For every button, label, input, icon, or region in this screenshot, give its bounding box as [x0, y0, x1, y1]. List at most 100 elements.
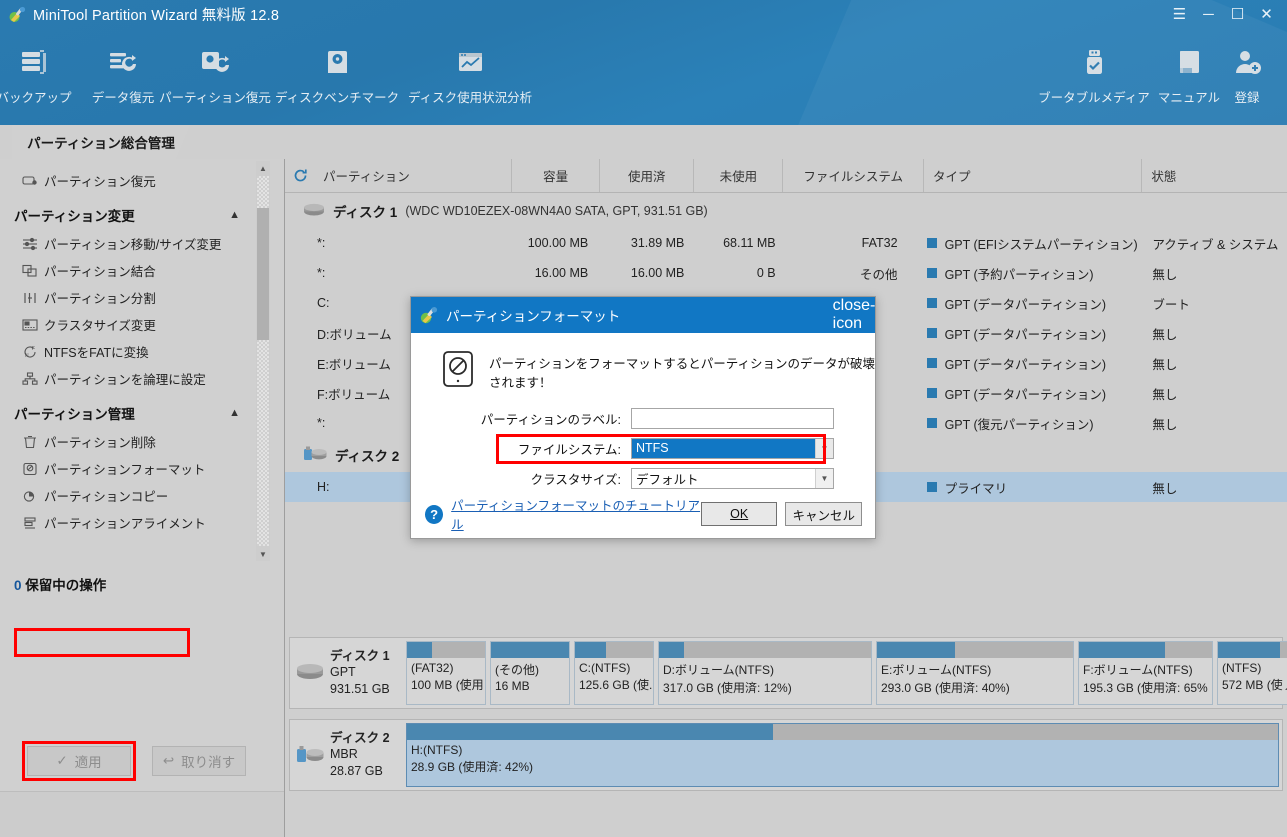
partition-label: H:(NTFS): [411, 743, 463, 757]
cell-type-label: GPT (データパーティション): [944, 327, 1107, 342]
cell-status: 無し: [1152, 357, 1178, 372]
sidebar-item-cluster-size[interactable]: クラスタサイズ変更: [0, 311, 256, 338]
partition-label-input[interactable]: [631, 407, 834, 429]
disk-map-partition[interactable]: C:(NTFS) 125.6 GB (使.: [574, 641, 654, 705]
minimize-icon[interactable]: ─: [1194, 2, 1223, 26]
column-header-unused[interactable]: 未使用: [693, 159, 782, 192]
cell-status: 無し: [1152, 481, 1178, 496]
cancel-button[interactable]: キャンセル: [785, 502, 863, 526]
chevron-down-icon[interactable]: ▼: [815, 438, 833, 458]
type-color-square-icon: [926, 418, 937, 428]
type-color-square-icon: [926, 358, 937, 368]
clustersize-selected-value: デフォルト: [636, 472, 699, 487]
disk-map-disk1[interactable]: ディスク 1 GPT 931.51 GB (FAT32) 100 MB (使用 …: [289, 637, 1287, 709]
sidebar-group-partition-management[interactable]: パーティション管理 ▲: [0, 398, 256, 428]
sidebar-item-merge[interactable]: パーティション結合: [0, 257, 256, 284]
scroll-up-icon[interactable]: ▲: [256, 161, 270, 175]
disk-map-partition[interactable]: F:ボリューム(NTFS) 195.3 GB (使用済: 65%: [1078, 641, 1213, 705]
partition-size: 293.0 GB (使用済: 40%): [881, 681, 1010, 695]
undo-button[interactable]: ↩ 取り消す: [152, 746, 246, 776]
cell-type: GPT (復元パーティション): [916, 414, 1139, 433]
cluster-size-icon: [22, 316, 44, 334]
chevron-up-icon: ▲: [229, 407, 240, 419]
cell-type-label: GPT (予約パーティション): [944, 267, 1094, 282]
cell-used: 31.89 MB: [630, 236, 685, 250]
toolbar-item-partition-recovery[interactable]: パーティション復元: [159, 42, 271, 106]
cell-type: GPT (予約パーティション): [916, 264, 1139, 283]
dialog-warning: パーティションをフォーマットするとパーティションのデータが破壊されます！: [411, 349, 875, 394]
usage-bar: [407, 642, 485, 658]
column-header-type[interactable]: タイプ: [922, 159, 1141, 192]
sidebar-item-copy-partition[interactable]: パーティションコピー: [0, 482, 256, 509]
column-header-partition[interactable]: パーティション: [317, 159, 511, 192]
column-header-capacity[interactable]: 容量: [510, 159, 599, 192]
svg-text:F: F: [32, 346, 35, 352]
disk-header-row[interactable]: ディスク 1 (WDC WD10EZEX-08WN4A0 SATA, GPT, …: [285, 194, 1287, 228]
cell-unused: 0 B: [756, 266, 776, 280]
chevron-down-icon[interactable]: ▼: [815, 468, 833, 488]
sidebar-item-delete-partition[interactable]: パーティション削除: [0, 428, 256, 455]
disk-benchmark-icon: [321, 42, 354, 82]
toolbar-item-register[interactable]: 登録: [1207, 42, 1287, 106]
sidebar-item-move-resize[interactable]: パーティション移動/サイズ変更: [0, 230, 256, 257]
filesystem-field-label: ファイルシステム:: [517, 442, 621, 457]
disk-map-partition[interactable]: (NTFS) 572 MB (使丿: [1217, 641, 1287, 705]
disk-map-label: ディスク 2 MBR 28.87 GB: [290, 720, 403, 790]
column-header-used[interactable]: 使用済: [599, 159, 693, 192]
sidebar-item-label: NTFSをFATに変換: [44, 346, 149, 360]
scrollbar-thumb[interactable]: [257, 208, 269, 340]
disk-map-partition[interactable]: D:ボリューム(NTFS) 317.0 GB (使用済: 12%): [658, 641, 872, 705]
column-header-filesystem[interactable]: ファイルシステム: [782, 159, 923, 192]
sidebar-item-label: クラスタサイズ変更: [44, 319, 156, 333]
menu-icon[interactable]: ☰: [1165, 2, 1194, 26]
minitool-logo-icon: [419, 305, 439, 325]
sidebar-item-align-partition[interactable]: パーティションアライメント: [0, 509, 256, 536]
apply-button[interactable]: ✓ 適用: [27, 746, 131, 776]
table-row[interactable]: *: 100.00 MB 31.89 MB 68.11 MB FAT32 GPT…: [285, 228, 1287, 258]
toolbar-item-disk-benchmark[interactable]: ディスクベンチマーク: [275, 42, 399, 106]
sidebar-group-partition-change[interactable]: パーティション変更 ▲: [0, 200, 256, 230]
sidebar-item-partition-recovery[interactable]: パーティション復元: [0, 167, 256, 194]
sidebar-item-format-partition[interactable]: パーティションフォーマット: [0, 455, 256, 482]
set-logical-icon: [22, 370, 44, 388]
disk-map-partition[interactable]: (その他) 16 MB: [490, 641, 570, 705]
scroll-down-icon[interactable]: ▼: [256, 547, 270, 561]
split-icon: [22, 289, 44, 307]
usage-bar: [1079, 642, 1212, 658]
refresh-icon[interactable]: [285, 159, 317, 192]
partition-label: F:ボリューム(NTFS): [1083, 663, 1193, 677]
disk-name: ディスク 2: [335, 449, 400, 464]
cell-capacity: 100.00 MB: [527, 236, 589, 250]
disk-map-disk2[interactable]: ディスク 2 MBR 28.87 GB H:(NTFS) 28.9 GB (使用…: [289, 719, 1283, 791]
disk-map-partition[interactable]: H:(NTFS) 28.9 GB (使用済: 42%): [406, 723, 1279, 787]
sidebar-item-label: パーティション復元: [44, 175, 156, 189]
disk-map-partition[interactable]: E:ボリューム(NTFS) 293.0 GB (使用済: 40%): [876, 641, 1074, 705]
clustersize-select[interactable]: デフォルト ▼: [631, 467, 834, 489]
sidebar-group-title: パーティション管理: [14, 407, 135, 422]
column-header-status[interactable]: 状態: [1141, 159, 1287, 192]
toolbar-label: パーティション復元: [159, 91, 271, 105]
sidebar-item-label: パーティションアライメント: [44, 517, 206, 531]
sidebar-item-split[interactable]: パーティション分割: [0, 284, 256, 311]
form-row-label: パーティションのラベル:: [411, 403, 875, 433]
close-icon[interactable]: close-icon: [833, 297, 876, 332]
toolbar-item-disk-usage-analyzer[interactable]: ディスク使用状況分析: [408, 42, 532, 106]
sidebar-item-convert-ntfs-fat[interactable]: N F NTFSをFATに変換: [0, 338, 256, 365]
sidebar-item-set-logical[interactable]: パーティションを論理に設定: [0, 365, 256, 392]
type-color-square-icon: [926, 328, 937, 338]
disk-forbidden-icon: [441, 349, 475, 394]
table-row[interactable]: *: 16.00 MB 16.00 MB 0 B その他 GPT (予約パーティ…: [285, 258, 1287, 288]
disk-map-partition[interactable]: (FAT32) 100 MB (使用: [406, 641, 486, 705]
disk-map-scheme: MBR: [330, 747, 358, 762]
maximize-icon[interactable]: ☐: [1223, 2, 1252, 26]
sidebar-scrollbar[interactable]: ▲ ▼: [256, 161, 270, 561]
close-icon[interactable]: ✕: [1252, 2, 1281, 26]
cell-filesystem: FAT32: [861, 236, 898, 250]
tutorial-link[interactable]: パーティションフォーマットのチュートリアル: [451, 495, 701, 533]
ok-button[interactable]: OK: [700, 502, 778, 526]
tab-partition-management[interactable]: パーティション総合管理: [12, 125, 190, 159]
question-mark-icon[interactable]: ?: [425, 504, 444, 524]
sidebar-item-label: パーティション削除: [44, 436, 156, 450]
filesystem-select[interactable]: NTFS ▼: [631, 437, 834, 459]
undo-arrow-icon: ↩: [162, 753, 175, 768]
